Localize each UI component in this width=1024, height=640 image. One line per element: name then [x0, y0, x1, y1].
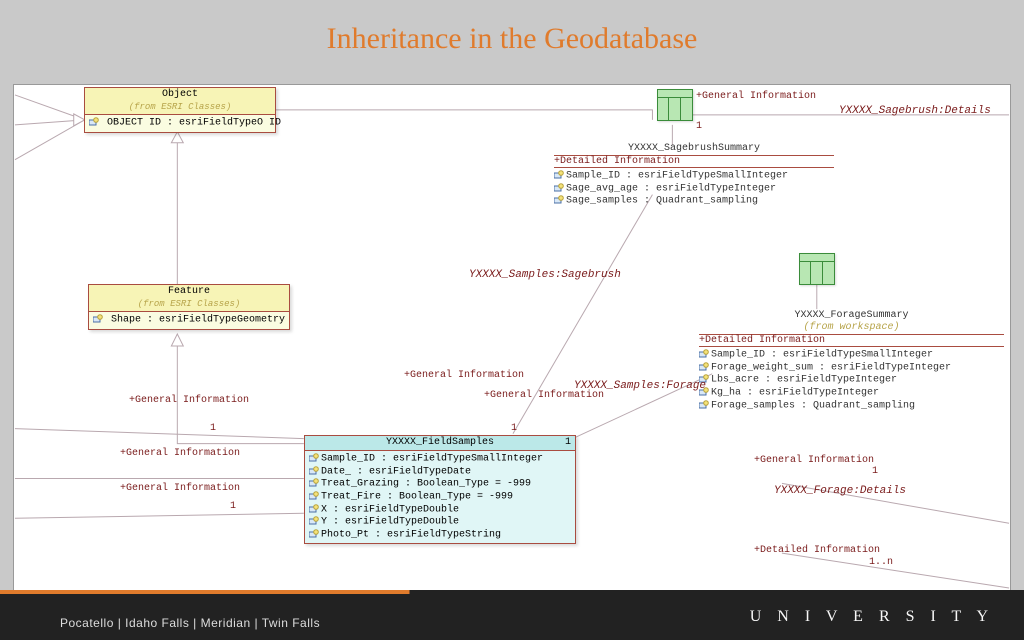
class-feature-from: (from ESRI Classes) [93, 298, 285, 310]
attribute-row: Sample_ID : esriFieldTypeSmallInteger [554, 170, 834, 183]
class-forage-summary-from: (from workspace) [699, 322, 1004, 335]
attribute-icon [89, 117, 99, 127]
role-general-info: +General Information [404, 370, 524, 381]
attribute-icon [309, 478, 319, 488]
attr-text: X : esriFieldTypeDouble [321, 504, 459, 515]
class-feature-name: Feature [93, 286, 285, 298]
role-detailed-info: +Detailed Information [754, 545, 880, 556]
relationship-label: YXXXX_Sagebrush:Details [839, 105, 991, 117]
class-feature: Feature (from ESRI Classes) Shape : esri… [88, 284, 290, 330]
multiplicity-label: 1 [511, 423, 517, 434]
multiplicity-label: 1 [230, 501, 236, 512]
attr-text: Sage_avg_age : esriFieldTypeInteger [566, 183, 776, 194]
attr-text: Forage_weight_sum : esriFieldTypeInteger [711, 362, 951, 373]
multiplicity-label: 1..n [869, 557, 893, 568]
attribute-icon [309, 466, 319, 476]
class-sagebrush-summary: YXXXX_SagebrushSummary +Detailed Informa… [554, 143, 834, 208]
attribute-row: Forage_weight_sum : esriFieldTypeInteger [699, 362, 1004, 375]
attr-text: Kg_ha : esriFieldTypeInteger [711, 388, 879, 399]
class-forage-summary: YXXXX_ForageSummary (from workspace) +De… [699, 310, 1004, 412]
attribute-icon [699, 400, 709, 410]
multiplicity-label: 1 [696, 121, 702, 132]
class-object: Object (from ESRI Classes) OBJECT ID : e… [84, 87, 276, 133]
footer-stripe [0, 590, 1024, 594]
attr-text: Treat_Fire : Boolean_Type = -999 [321, 492, 513, 503]
attr-text: Forage_samples : Quadrant_sampling [711, 400, 915, 411]
multiplicity-label: 1 [565, 437, 571, 449]
attr-text: Date_ : esriFieldTypeDate [321, 466, 471, 477]
role-general-info: +General Information [120, 448, 240, 459]
attribute-row: Sample_ID : esriFieldTypeSmallInteger [309, 453, 571, 466]
attribute-row: Sage_samples : Quadrant_sampling [554, 195, 834, 208]
attr-text: Sample_ID : esriFieldTypeSmallInteger [321, 454, 543, 465]
attribute-row: Treat_Fire : Boolean_Type = -999 [309, 491, 571, 504]
multiplicity-label: 1 [210, 423, 216, 434]
class-fieldsamples-name: YXXXX_FieldSamples [309, 437, 571, 449]
attribute-icon [309, 453, 319, 463]
class-fieldsamples: YXXXX_FieldSamples 1 Sample_ID : esriFie… [304, 435, 576, 544]
role-detailed-info: +Detailed Information [554, 156, 834, 168]
attribute-row: Forage_samples : Quadrant_sampling [699, 400, 1004, 413]
attribute-row: Lbs_acre : esriFieldTypeInteger [699, 374, 1004, 387]
role-general-info: +General Information [696, 91, 816, 102]
attribute-row: Date_ : esriFieldTypeDate [309, 466, 571, 479]
attr-text: Sample_ID : esriFieldTypeSmallInteger [566, 171, 788, 182]
footer: Pocatello | Idaho Falls | Meridian | Twi… [0, 590, 1024, 640]
role-general-info: +General Information [484, 390, 604, 401]
diagram-canvas: Object (from ESRI Classes) OBJECT ID : e… [13, 84, 1011, 592]
attribute-icon [554, 170, 564, 180]
attribute-icon [309, 529, 319, 539]
attribute-icon [554, 195, 564, 205]
class-fieldsamples-body: Sample_ID : esriFieldTypeSmallIntegerDat… [305, 451, 575, 543]
entity-icon [799, 253, 835, 285]
attr-text: Sage_samples : Quadrant_sampling [566, 196, 758, 207]
class-object-from: (from ESRI Classes) [89, 101, 271, 113]
multiplicity-label: 1 [872, 466, 878, 477]
class-object-attr: OBJECT ID : esriFieldTypeO ID [89, 117, 271, 130]
role-general-info: +General Information [754, 455, 874, 466]
footer-university: U N I V E R S I T Y [750, 608, 994, 626]
relationship-label: YXXXX_Forage:Details [774, 485, 906, 497]
attribute-row: Sample_ID : esriFieldTypeSmallInteger [699, 349, 1004, 362]
relationship-label: YXXXX_Samples:Sagebrush [469, 269, 621, 281]
attribute-icon [699, 362, 709, 372]
attribute-row: Photo_Pt : esriFieldTypeString [309, 529, 571, 542]
attribute-row: Sage_avg_age : esriFieldTypeInteger [554, 183, 834, 196]
page-title: Inheritance in the Geodatabase [0, 0, 1024, 66]
attribute-icon [309, 504, 319, 514]
attr-text: OBJECT ID : esriFieldTypeO ID [107, 118, 281, 129]
attribute-row: X : esriFieldTypeDouble [309, 504, 571, 517]
entity-icon [657, 89, 693, 121]
attribute-icon [309, 491, 319, 501]
attribute-row: Y : esriFieldTypeDouble [309, 516, 571, 529]
role-general-info: +General Information [120, 483, 240, 494]
class-feature-attr: Shape : esriFieldTypeGeometry [93, 314, 285, 327]
class-object-name: Object [89, 89, 271, 101]
attribute-icon [699, 349, 709, 359]
attribute-row: Treat_Grazing : Boolean_Type = -999 [309, 478, 571, 491]
attr-text: Shape : esriFieldTypeGeometry [111, 315, 285, 326]
attr-text: Lbs_acre : esriFieldTypeInteger [711, 375, 897, 386]
attr-text: Y : esriFieldTypeDouble [321, 517, 459, 528]
footer-locations: Pocatello | Idaho Falls | Meridian | Twi… [60, 616, 320, 630]
attr-text: Sample_ID : esriFieldTypeSmallInteger [711, 350, 933, 361]
attribute-icon [93, 314, 103, 324]
class-forage-summary-name: YXXXX_ForageSummary [699, 310, 1004, 322]
attr-text: Treat_Grazing : Boolean_Type = -999 [321, 479, 531, 490]
class-sagebrush-summary-name: YXXXX_SagebrushSummary [554, 143, 834, 156]
attribute-icon [309, 516, 319, 526]
attr-text: Photo_Pt : esriFieldTypeString [321, 529, 501, 540]
role-detailed-info: +Detailed Information [699, 335, 1004, 347]
attribute-icon [554, 183, 564, 193]
role-general-info: +General Information [129, 395, 249, 406]
attribute-row: Kg_ha : esriFieldTypeInteger [699, 387, 1004, 400]
